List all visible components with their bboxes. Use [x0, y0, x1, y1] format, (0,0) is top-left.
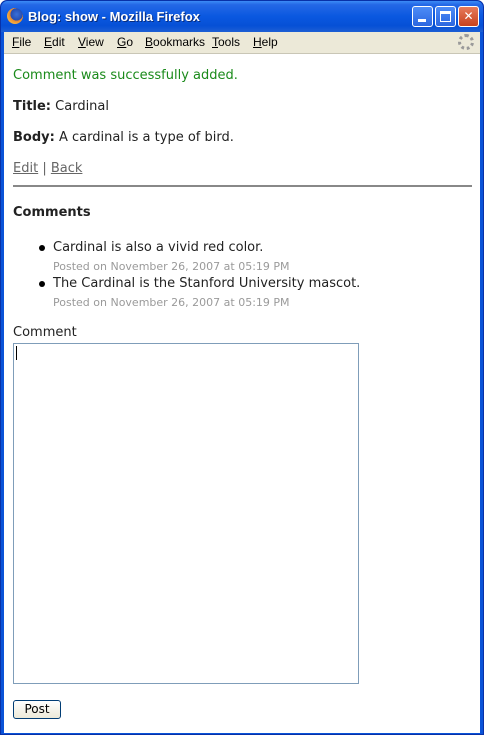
title-field: Title: Cardinal — [13, 99, 109, 114]
title-label: Title: — [13, 99, 52, 114]
body-value: A cardinal is a type of bird. — [58, 130, 234, 145]
comment-list-item: The Cardinal is the Stanford University … — [39, 276, 361, 291]
action-links: Edit | Back — [13, 161, 82, 176]
back-link[interactable]: Back — [51, 161, 83, 176]
title-value: Cardinal — [55, 99, 109, 114]
minimize-icon — [418, 19, 426, 22]
minimize-button[interactable] — [412, 6, 433, 27]
horizontal-rule — [13, 185, 472, 187]
bullet-icon — [39, 245, 45, 251]
maximize-icon — [440, 11, 451, 22]
page-content: Comment was successfully added. Title: C… — [4, 54, 480, 733]
text-caret — [16, 346, 17, 360]
edit-link[interactable]: Edit — [13, 161, 38, 176]
menu-help[interactable]: Help — [253, 35, 278, 49]
browser-window: Blog: show - Mozilla Firefox ✕ File Edit… — [0, 0, 484, 735]
menu-edit[interactable]: Edit — [44, 35, 65, 49]
post-button[interactable]: Post — [13, 700, 61, 719]
comment-timestamp: Posted on November 26, 2007 at 05:19 PM — [53, 296, 290, 309]
menu-go[interactable]: Go — [117, 35, 133, 49]
close-icon: ✕ — [463, 9, 474, 23]
title-bar: Blog: show - Mozilla Firefox ✕ — [1, 1, 483, 32]
comment-timestamp: Posted on November 26, 2007 at 05:19 PM — [53, 260, 290, 273]
comment-text: The Cardinal is the Stanford University … — [53, 276, 361, 291]
window-title: Blog: show - Mozilla Firefox — [28, 9, 200, 24]
comment-label: Comment — [13, 325, 77, 340]
menu-view[interactable]: View — [78, 35, 104, 49]
flash-notice: Comment was successfully added. — [13, 68, 238, 83]
menu-tools[interactable]: Tools — [212, 35, 240, 49]
maximize-button[interactable] — [435, 6, 456, 27]
firefox-icon — [7, 8, 23, 24]
bullet-icon — [39, 281, 45, 287]
comment-textarea[interactable] — [13, 343, 359, 684]
menu-bar: File Edit View Go Bookmarks Tools Help — [4, 32, 480, 54]
menu-bookmarks[interactable]: Bookmarks — [145, 35, 205, 49]
body-field: Body: A cardinal is a type of bird. — [13, 130, 234, 145]
menu-file[interactable]: File — [12, 35, 31, 49]
link-separator: | — [42, 161, 47, 176]
body-label: Body: — [13, 130, 55, 145]
close-button[interactable]: ✕ — [458, 6, 479, 27]
comments-heading: Comments — [13, 205, 91, 220]
comment-text: Cardinal is also a vivid red color. — [53, 240, 264, 255]
throbber-icon — [458, 34, 474, 50]
comment-list-item: Cardinal is also a vivid red color. — [39, 240, 264, 255]
